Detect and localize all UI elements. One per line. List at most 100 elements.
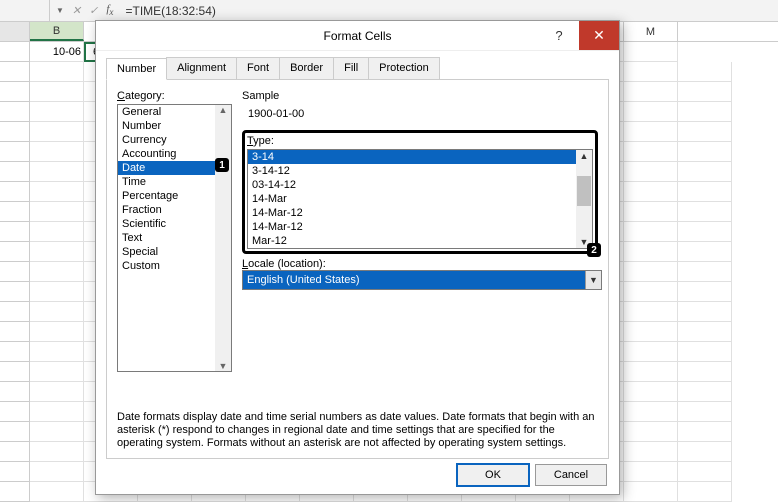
cell[interactable] [624, 62, 678, 82]
row-header[interactable] [0, 202, 30, 222]
cell[interactable] [624, 482, 678, 502]
cell[interactable] [624, 322, 678, 342]
tab-fill[interactable]: Fill [333, 57, 369, 79]
cell[interactable] [30, 382, 84, 402]
close-button[interactable]: ✕ [579, 21, 619, 50]
cell[interactable] [624, 422, 678, 442]
row-header[interactable] [0, 142, 30, 162]
locale-select[interactable]: English (United States) ▼ [242, 270, 602, 290]
row-header[interactable] [0, 102, 30, 122]
type-item[interactable]: 03-14-12 [248, 178, 592, 192]
tab-border[interactable]: Border [279, 57, 334, 79]
cell[interactable] [30, 122, 84, 142]
cell[interactable] [30, 442, 84, 462]
cell[interactable] [678, 242, 732, 262]
ok-button[interactable]: OK [457, 464, 529, 486]
tab-number[interactable]: Number [106, 58, 167, 80]
row-header[interactable] [0, 82, 30, 102]
scroll-thumb[interactable] [577, 176, 591, 206]
cell[interactable] [624, 142, 678, 162]
row-header[interactable] [0, 362, 30, 382]
scrollbar[interactable]: ▲ ▼ [576, 150, 592, 248]
tab-font[interactable]: Font [236, 57, 280, 79]
cell[interactable] [678, 222, 732, 242]
row-header[interactable] [0, 402, 30, 422]
cell[interactable] [624, 442, 678, 462]
cell[interactable] [678, 362, 732, 382]
cell[interactable] [30, 142, 84, 162]
cell[interactable] [624, 162, 678, 182]
cell[interactable] [624, 202, 678, 222]
dropdown-icon[interactable]: ▼ [56, 6, 64, 15]
cell[interactable] [624, 122, 678, 142]
cell[interactable] [624, 402, 678, 422]
cell[interactable] [30, 342, 84, 362]
cell[interactable] [30, 182, 84, 202]
col-header-m[interactable]: M [624, 22, 678, 41]
cell[interactable] [678, 162, 732, 182]
category-listbox[interactable]: GeneralNumberCurrencyAccountingDateTimeP… [117, 104, 232, 372]
cell[interactable] [678, 442, 732, 462]
type-item[interactable]: Mar-12 [248, 234, 592, 248]
scrollbar[interactable]: ▲▼ [215, 105, 231, 371]
scroll-up-icon[interactable]: ▲ [219, 105, 228, 115]
cell[interactable] [678, 182, 732, 202]
cell[interactable] [678, 282, 732, 302]
cell[interactable] [678, 322, 732, 342]
cell[interactable] [30, 202, 84, 222]
select-all-corner[interactable] [0, 22, 30, 41]
cell[interactable] [30, 402, 84, 422]
row-header[interactable] [0, 162, 30, 182]
row-header[interactable] [0, 222, 30, 242]
scroll-up-icon[interactable]: ▲ [580, 150, 589, 162]
cell[interactable] [30, 322, 84, 342]
cell[interactable] [30, 462, 84, 482]
cell[interactable] [678, 382, 732, 402]
cell[interactable] [678, 202, 732, 222]
cell[interactable] [624, 262, 678, 282]
cell[interactable] [624, 222, 678, 242]
formula-input[interactable]: =TIME(18:32:54) [120, 4, 778, 18]
cell[interactable] [678, 102, 732, 122]
cell[interactable] [624, 102, 678, 122]
cell[interactable] [624, 182, 678, 202]
cell[interactable] [30, 162, 84, 182]
cell[interactable] [678, 402, 732, 422]
cell[interactable] [678, 262, 732, 282]
cell[interactable] [678, 142, 732, 162]
row-header[interactable] [0, 482, 30, 502]
cell[interactable] [30, 302, 84, 322]
row-header[interactable] [0, 442, 30, 462]
dropdown-icon[interactable]: ▼ [585, 271, 601, 289]
cell[interactable] [678, 62, 732, 82]
tab-alignment[interactable]: Alignment [166, 57, 237, 79]
cell[interactable] [624, 42, 678, 62]
cell[interactable] [30, 282, 84, 302]
row-header[interactable] [0, 322, 30, 342]
cell[interactable] [624, 342, 678, 362]
cell[interactable] [678, 462, 732, 482]
row-header[interactable] [0, 282, 30, 302]
type-item[interactable]: 3-14-12 [248, 164, 592, 178]
cell[interactable] [678, 302, 732, 322]
type-listbox[interactable]: 3-143-14-1203-14-1214-Mar14-Mar-1214-Mar… [247, 149, 593, 249]
cell[interactable] [624, 362, 678, 382]
type-item[interactable]: 3-14 [248, 150, 592, 164]
enter-formula-icon[interactable]: ✓ [89, 4, 98, 17]
type-item[interactable]: 14-Mar [248, 192, 592, 206]
cell[interactable] [678, 342, 732, 362]
type-item[interactable]: 14-Mar-12 [248, 206, 592, 220]
cell[interactable] [30, 242, 84, 262]
cell[interactable] [30, 82, 84, 102]
row-header[interactable] [0, 462, 30, 482]
row-header[interactable] [0, 262, 30, 282]
cell[interactable] [624, 242, 678, 262]
cell[interactable] [624, 82, 678, 102]
cell[interactable] [624, 302, 678, 322]
fx-icon[interactable]: fx [106, 3, 113, 17]
cell[interactable] [30, 62, 84, 82]
cell[interactable] [30, 362, 84, 382]
help-button[interactable]: ? [539, 21, 579, 50]
col-header-b[interactable]: B [30, 22, 84, 41]
cell[interactable] [678, 422, 732, 442]
